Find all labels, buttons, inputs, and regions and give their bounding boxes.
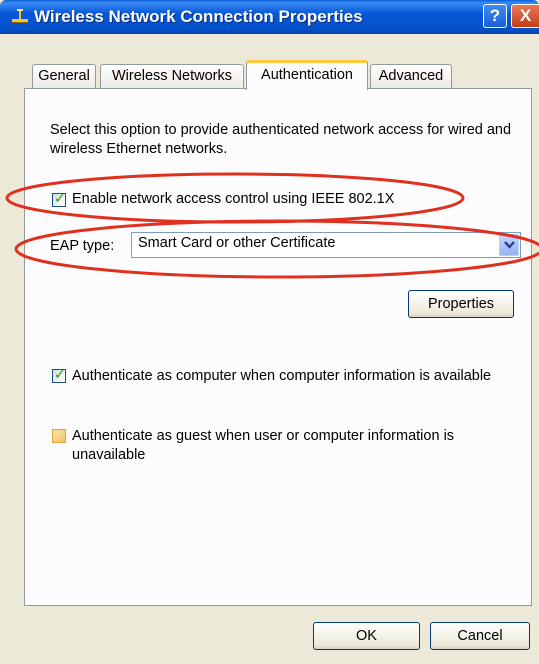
auth-as-guest-checkbox[interactable] — [52, 429, 66, 443]
tab-advanced[interactable]: Advanced — [370, 64, 452, 88]
auth-as-guest-label-line1[interactable]: Authenticate as guest when user or compu… — [72, 427, 454, 446]
eap-type-label: EAP type: — [50, 238, 115, 254]
chevron-down-icon[interactable] — [499, 234, 519, 256]
tab-wireless-networks[interactable]: Wireless Networks — [100, 64, 244, 88]
auth-as-computer-label[interactable]: Authenticate as computer when computer i… — [72, 367, 491, 386]
close-button[interactable]: X — [511, 4, 539, 28]
enable-8021x-label[interactable]: Enable network access control using IEEE… — [72, 190, 394, 209]
eap-type-value: Smart Card or other Certificate — [138, 235, 336, 251]
check-mark-icon: ✓ — [54, 366, 66, 382]
check-mark-icon: ✓ — [54, 190, 66, 206]
cancel-button[interactable]: Cancel — [430, 622, 530, 650]
eap-type-select[interactable]: Smart Card or other Certificate — [131, 232, 521, 258]
network-connection-icon — [10, 8, 30, 26]
properties-button[interactable]: Properties — [408, 290, 514, 318]
help-button[interactable]: ? — [483, 4, 507, 28]
auth-as-computer-checkbox[interactable]: ✓ — [52, 366, 66, 383]
ok-button[interactable]: OK — [313, 622, 420, 650]
properties-dialog: Wireless Network Connection Properties ?… — [0, 0, 539, 664]
window-title: Wireless Network Connection Properties — [34, 7, 363, 26]
title-bar[interactable]: Wireless Network Connection Properties ?… — [0, 0, 539, 34]
enable-8021x-checkbox[interactable]: ✓ — [52, 190, 66, 207]
tab-general[interactable]: General — [32, 64, 96, 88]
authentication-panel — [24, 88, 532, 606]
description-text: Select this option to provide authentica… — [50, 122, 512, 157]
auth-as-guest-label-line2[interactable]: unavailable — [72, 446, 145, 465]
tab-authentication[interactable]: Authentication — [246, 60, 368, 90]
